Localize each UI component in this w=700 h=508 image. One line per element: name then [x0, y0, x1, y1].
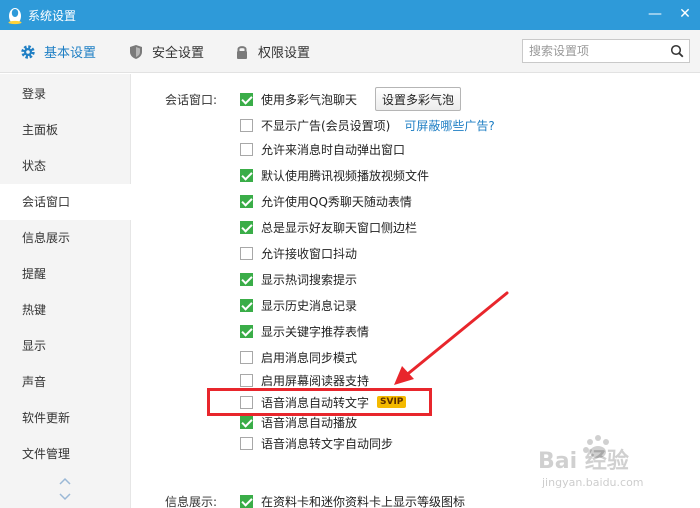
- section-label-chat-window: 会话窗口:: [165, 93, 218, 107]
- option-row[interactable]: 显示历史消息记录: [240, 295, 357, 315]
- gear-icon: [21, 44, 35, 59]
- option-label: 语音消息自动播放: [261, 415, 358, 430]
- option-row[interactable]: 语音消息自动播放: [240, 412, 357, 432]
- sidebar-item-software-update[interactable]: 软件更新: [0, 400, 130, 436]
- chevron-up-icon[interactable]: [58, 476, 72, 486]
- lock-icon: [237, 45, 247, 59]
- option-row[interactable]: 在资料卡和迷你资料卡上显示等级图标: [240, 491, 465, 508]
- checkbox[interactable]: [240, 142, 253, 156]
- checkbox[interactable]: [240, 415, 253, 429]
- minimize-button[interactable]: —: [646, 5, 664, 23]
- qq-penguin-icon: [8, 8, 22, 25]
- option-label: 启用消息同步模式: [261, 350, 358, 365]
- tab-security-settings[interactable]: 安全设置: [128, 30, 204, 73]
- option-label: 语音消息转文字自动同步: [261, 436, 394, 451]
- sidebar-item-reminder[interactable]: 提醒: [0, 256, 130, 292]
- sidebar-item-info-display[interactable]: 信息展示: [0, 220, 130, 256]
- option-label: 显示关键字推荐表情: [261, 324, 370, 339]
- option-label: 使用多彩气泡聊天: [261, 92, 358, 107]
- set-colorful-bubble-button[interactable]: 设置多彩气泡: [375, 87, 462, 111]
- blockable-ads-link[interactable]: 可屏蔽哪些广告?: [404, 117, 494, 134]
- checkbox[interactable]: [240, 494, 253, 508]
- option-row[interactable]: 允许接收窗口抖动: [240, 243, 357, 263]
- tab-label: 安全设置: [152, 46, 205, 61]
- option-label: 默认使用腾讯视频播放视频文件: [261, 168, 430, 183]
- settings-content: 会话窗口: 使用多彩气泡聊天 设置多彩气泡 不显示广告(会员设置项) 可屏蔽哪些…: [132, 74, 700, 508]
- checkbox[interactable]: [240, 436, 253, 450]
- top-navigation: 基本设置 安全设置 权限设置: [0, 30, 700, 73]
- option-label: 允许来消息时自动弹出窗口: [261, 142, 406, 157]
- tab-label: 基本设置: [44, 46, 97, 61]
- checkbox[interactable]: [240, 324, 253, 338]
- chevron-down-icon[interactable]: [58, 492, 72, 502]
- sidebar-item-hotkeys[interactable]: 热键: [0, 292, 130, 328]
- sidebar-item-chat-window[interactable]: 会话窗口: [0, 184, 131, 220]
- sidebar-item-display[interactable]: 显示: [0, 328, 130, 364]
- checkbox[interactable]: [240, 118, 253, 132]
- checkbox[interactable]: [240, 395, 253, 409]
- option-label: 启用屏幕阅读器支持: [261, 373, 370, 388]
- sidebar-item-main-panel[interactable]: 主面板: [0, 112, 130, 148]
- checkbox[interactable]: [240, 298, 253, 312]
- option-row[interactable]: 语音消息自动转文字 SVIP: [240, 392, 407, 412]
- shield-icon: [130, 44, 142, 59]
- checkbox[interactable]: [240, 350, 253, 364]
- search-box[interactable]: [522, 39, 690, 63]
- option-row[interactable]: 显示热词搜索提示: [240, 269, 357, 289]
- option-label: 显示热词搜索提示: [261, 272, 358, 287]
- window-title: 系统设置: [28, 9, 77, 23]
- option-row[interactable]: 使用多彩气泡聊天 设置多彩气泡: [240, 87, 462, 111]
- option-label: 总是显示好友聊天窗口侧边栏: [261, 220, 418, 235]
- title-bar: 系统设置 — ✕: [0, 0, 700, 30]
- checkbox[interactable]: [240, 272, 253, 286]
- tab-basic-settings[interactable]: 基本设置: [20, 30, 96, 73]
- option-row[interactable]: 启用消息同步模式: [240, 347, 357, 367]
- checkbox[interactable]: [240, 168, 253, 182]
- checkbox[interactable]: [240, 194, 253, 208]
- option-row[interactable]: 允许来消息时自动弹出窗口: [240, 139, 405, 159]
- sidebar-item-login[interactable]: 登录: [0, 76, 130, 112]
- option-row[interactable]: 启用屏幕阅读器支持: [240, 370, 369, 390]
- tab-label: 权限设置: [258, 46, 311, 61]
- option-row[interactable]: 默认使用腾讯视频播放视频文件: [240, 165, 429, 185]
- option-row[interactable]: 总是显示好友聊天窗口侧边栏: [240, 217, 417, 237]
- option-label: 在资料卡和迷你资料卡上显示等级图标: [261, 494, 466, 508]
- option-label: 允许接收窗口抖动: [261, 246, 358, 261]
- search-input[interactable]: [523, 40, 663, 62]
- option-label: 显示历史消息记录: [261, 298, 358, 313]
- tab-permission-settings[interactable]: 权限设置: [234, 30, 310, 73]
- sidebar-item-status[interactable]: 状态: [0, 148, 130, 184]
- sidebar-item-file-management[interactable]: 文件管理: [0, 436, 130, 472]
- option-label: 语音消息自动转文字: [261, 395, 370, 410]
- checkbox[interactable]: [240, 92, 253, 106]
- checkbox[interactable]: [240, 246, 253, 260]
- section-label-info-display: 信息展示:: [165, 495, 218, 508]
- svip-badge: SVIP: [377, 396, 407, 408]
- sidebar-item-sound[interactable]: 声音: [0, 364, 130, 400]
- option-row[interactable]: 显示关键字推荐表情: [240, 321, 369, 341]
- settings-sidebar: 登录 主面板 状态 会话窗口 信息展示 提醒 热键 显示 声音 软件更新 文件管…: [0, 74, 131, 508]
- search-icon[interactable]: [670, 44, 684, 58]
- option-row[interactable]: 允许使用QQ秀聊天随动表情: [240, 191, 412, 211]
- option-label: 不显示广告(会员设置项): [261, 118, 391, 133]
- close-button[interactable]: ✕: [676, 5, 694, 23]
- checkbox[interactable]: [240, 373, 253, 387]
- checkbox[interactable]: [240, 220, 253, 234]
- option-label: 允许使用QQ秀聊天随动表情: [261, 194, 412, 209]
- option-row[interactable]: 不显示广告(会员设置项) 可屏蔽哪些广告?: [240, 115, 495, 135]
- option-row[interactable]: 语音消息转文字自动同步: [240, 433, 393, 453]
